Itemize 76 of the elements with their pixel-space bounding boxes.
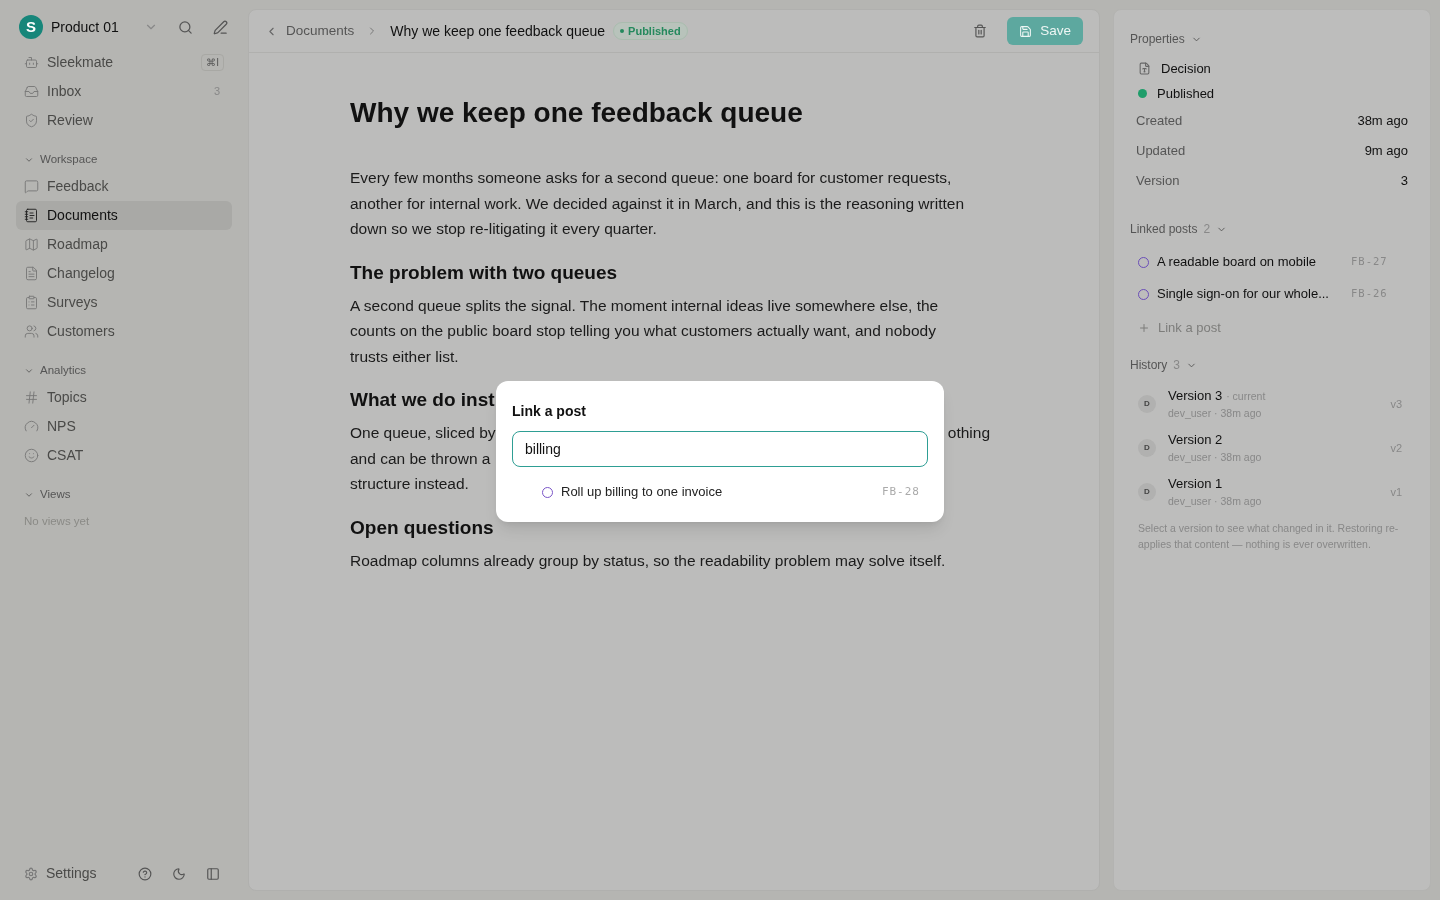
breadcrumb-current: Why we keep one feedback queue xyxy=(390,21,606,41)
paragraph-line: othing xyxy=(947,423,990,443)
chevron-down-icon xyxy=(24,155,34,165)
document-title: Why we keep one feedback queue xyxy=(350,96,804,130)
breadcrumb-link[interactable]: Documents xyxy=(286,20,355,42)
shield-icon xyxy=(24,113,39,128)
smiley-icon xyxy=(24,448,39,463)
shortcut-hint: ⌘I xyxy=(201,54,224,71)
property-value: 3 xyxy=(1400,172,1408,191)
sidebar-item[interactable]: Customers xyxy=(16,317,232,346)
paragraph-line: and can be thrown a xyxy=(350,448,491,469)
trash-icon[interactable] xyxy=(973,24,988,38)
paragraph: Every few months someone asks for a second queue: one board for customer requests, another for internal work. We decided against it in March, and this is the reasoning written down so we stop re-litigating it every quarter. xyxy=(350,168,965,239)
moon-icon[interactable] xyxy=(172,866,186,881)
property-label: Created xyxy=(1136,112,1183,131)
sidebar-item[interactable]: Sleekmate ⌘I xyxy=(16,48,232,77)
version-name: Version 1 xyxy=(1168,475,1223,494)
property-label: Updated xyxy=(1136,142,1186,161)
chat-bubble-icon xyxy=(24,179,39,194)
bot-icon xyxy=(24,55,39,70)
sidebar-item[interactable]: NPS xyxy=(16,412,232,441)
sidebar-item[interactable]: Review xyxy=(16,106,232,135)
sidebar-toggle-icon[interactable] xyxy=(206,866,220,881)
sidebar-item[interactable]: Topics xyxy=(16,383,232,412)
workspace-name[interactable]: Product 01 xyxy=(51,16,136,38)
user-avatar: D xyxy=(1138,395,1156,413)
settings-icon[interactable] xyxy=(24,866,38,881)
section-heading: The problem with two queues xyxy=(350,260,618,285)
section-header[interactable]: Workspace xyxy=(16,148,232,172)
property-value: 38m ago xyxy=(1357,112,1408,131)
property-label: Version xyxy=(1136,172,1180,191)
property-value: 9m ago xyxy=(1364,142,1408,161)
chevron-down-icon xyxy=(24,366,34,376)
users-icon xyxy=(24,324,39,339)
map-icon xyxy=(24,237,39,252)
paragraph-line: structure instead. xyxy=(350,474,469,494)
sidebar-item[interactable]: Feedback xyxy=(16,172,232,201)
section-heading: Open questions xyxy=(350,515,494,540)
paragraph: A second queue splits the signal. The moment internal ideas live somewhere else, the counts on the public board stop telling you what customers actually want, and nobody trusts either list. xyxy=(350,295,940,367)
settings-link[interactable]: Settings xyxy=(46,863,130,884)
section-heading: What we do inst xyxy=(350,388,495,412)
version-name: Version 3 xyxy=(1168,387,1223,406)
user-avatar: D xyxy=(1138,439,1156,457)
version-name: Version 2 xyxy=(1168,431,1223,450)
search-icon[interactable] xyxy=(178,19,193,35)
help-icon[interactable] xyxy=(138,866,152,881)
compose-icon[interactable] xyxy=(213,19,228,35)
hash-icon xyxy=(24,390,39,405)
sidebar-item[interactable]: Surveys xyxy=(16,288,232,317)
document-icon xyxy=(24,266,39,281)
status-badge: Published xyxy=(613,22,688,40)
sidebar-item[interactable]: Changelog xyxy=(16,259,232,288)
document-type-icon xyxy=(1138,62,1151,75)
user-avatar: D xyxy=(1138,483,1156,501)
document-type: Decision xyxy=(1161,59,1211,78)
paragraph-line: One queue, sliced by xyxy=(350,423,496,443)
section-header[interactable]: Views xyxy=(16,483,232,507)
search-result[interactable]: Roll up billing to one invoice FB-28 xyxy=(512,478,928,506)
workspace-avatar: S xyxy=(19,15,43,39)
section-header[interactable]: Analytics xyxy=(16,359,232,383)
status-label: Published xyxy=(1157,84,1215,103)
link-post-button[interactable]: Link a post xyxy=(1130,310,1414,346)
gauge-icon xyxy=(24,419,39,434)
inbox-icon xyxy=(24,84,39,99)
search-field[interactable]: billing xyxy=(512,431,928,467)
chevron-down-icon xyxy=(24,490,34,500)
notebook-icon xyxy=(24,208,39,223)
plus-icon xyxy=(1138,322,1150,334)
sidebar-item[interactable]: Documents xyxy=(16,201,232,230)
paragraph: Roadmap columns already group by status, so the readability problem may solve itself. xyxy=(350,550,947,571)
sidebar-item[interactable]: CSAT xyxy=(16,441,232,470)
dialog-title: Link a post xyxy=(512,402,587,421)
panel-section-header[interactable]: Properties xyxy=(1130,30,1414,48)
sidebar-item[interactable]: Roadmap xyxy=(16,230,232,259)
clipboard-icon xyxy=(24,295,39,310)
save-button[interactable]: Save xyxy=(1007,17,1083,45)
